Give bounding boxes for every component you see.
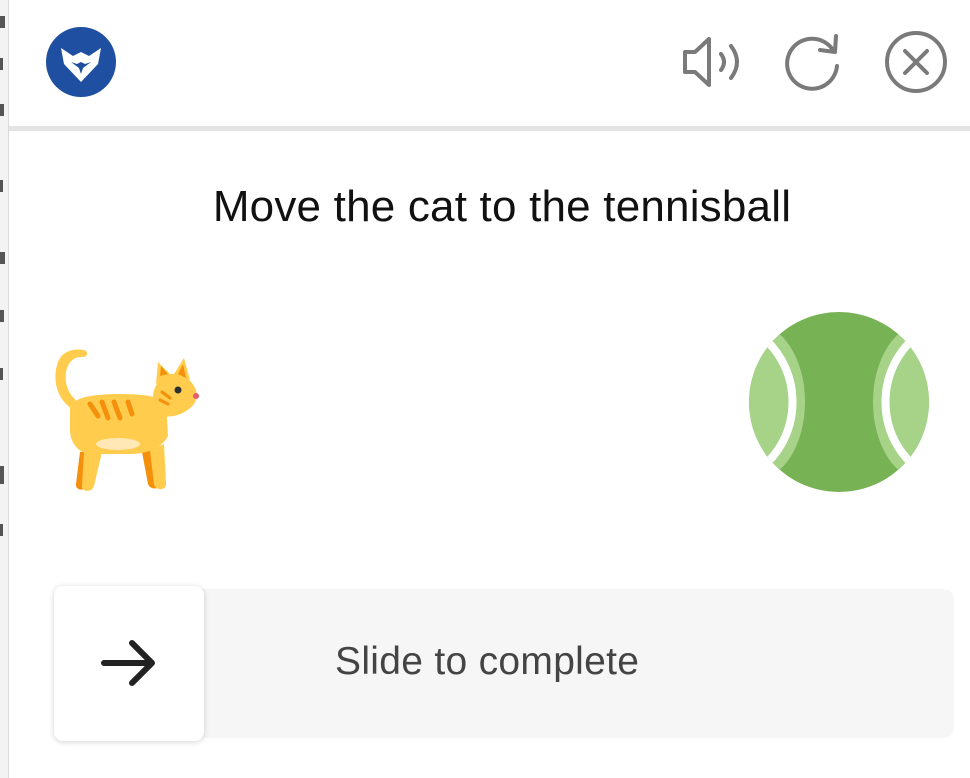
captcha-dialog: Move the cat to the tennisball Slide to … bbox=[0, 0, 970, 778]
refresh-icon bbox=[785, 34, 839, 91]
close-circle-icon bbox=[885, 31, 947, 93]
tennis-ball-icon bbox=[747, 310, 931, 494]
challenge-instruction: Move the cat to the tennisball bbox=[212, 182, 792, 231]
slider-label: Slide to complete bbox=[335, 640, 640, 683]
background-page-edge bbox=[0, 0, 9, 778]
fox-shield-logo-icon bbox=[45, 26, 117, 98]
header-divider bbox=[9, 126, 970, 131]
audio-challenge-button[interactable] bbox=[679, 28, 747, 96]
arrow-right-icon bbox=[101, 640, 155, 686]
cat-icon bbox=[50, 344, 202, 494]
close-button[interactable] bbox=[882, 28, 950, 96]
slider-handle[interactable] bbox=[54, 586, 204, 741]
speaker-icon bbox=[683, 37, 739, 87]
refresh-button[interactable] bbox=[778, 28, 846, 96]
